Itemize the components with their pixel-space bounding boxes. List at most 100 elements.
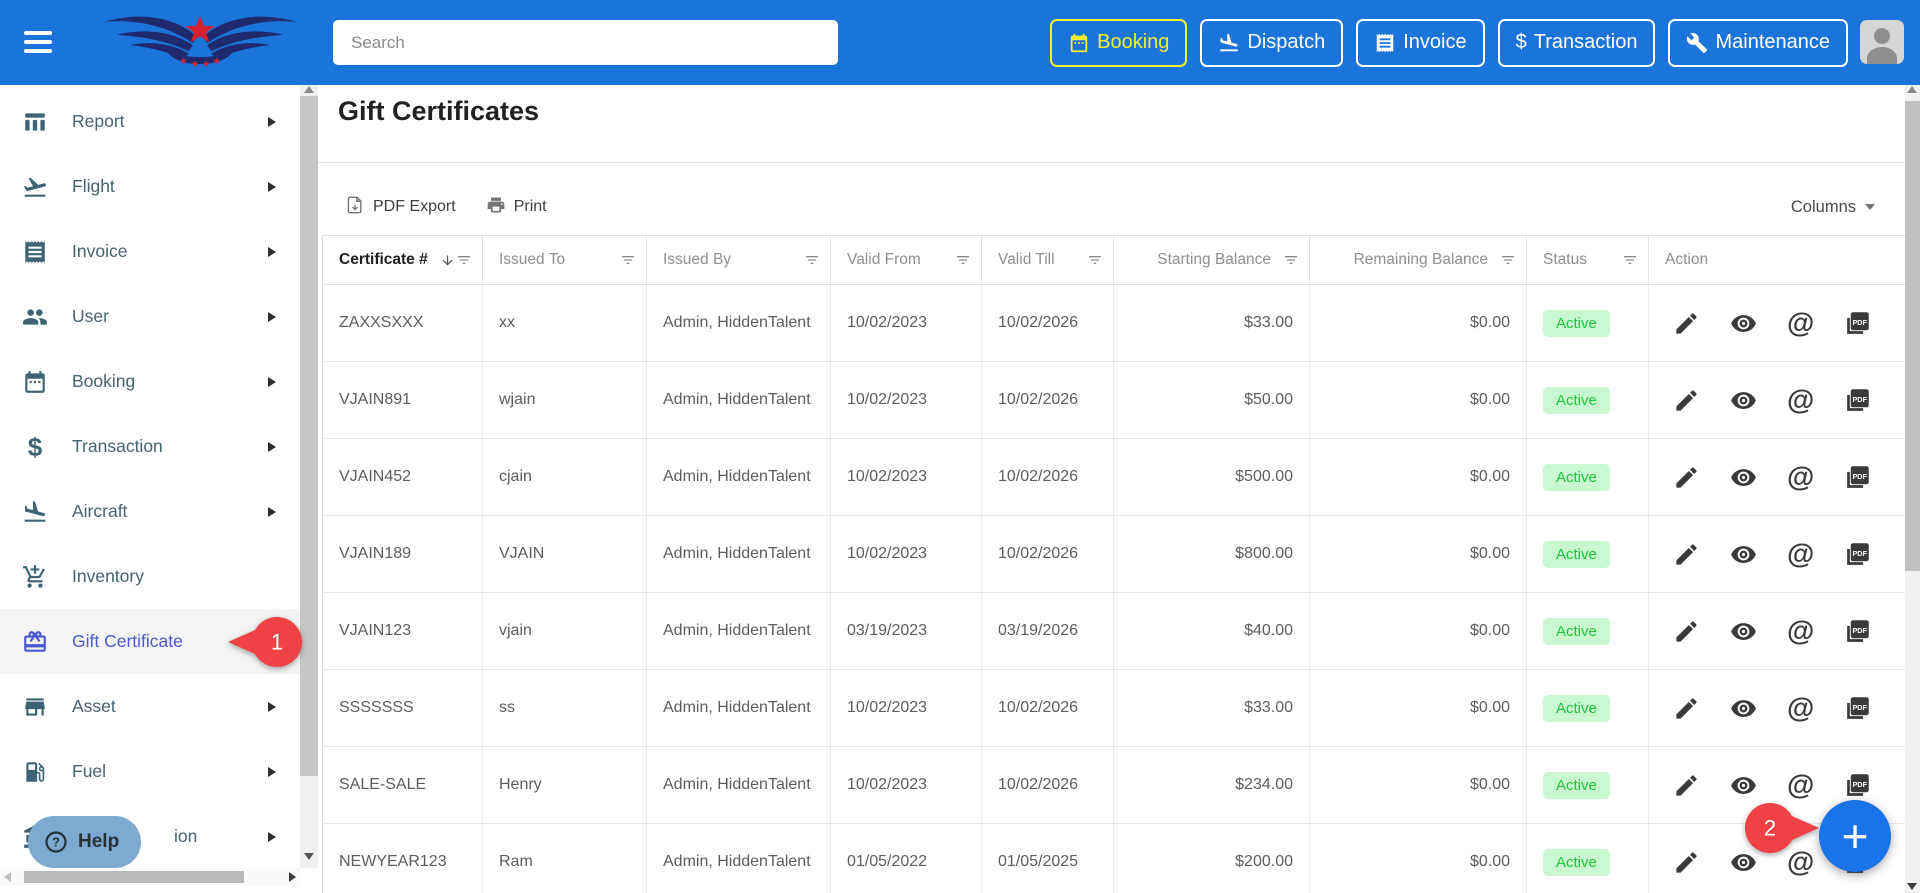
filter-icon[interactable]	[955, 252, 971, 268]
email-button[interactable]: @	[1787, 771, 1814, 799]
edit-button[interactable]	[1673, 310, 1700, 337]
scrollbar-thumb[interactable]	[1905, 101, 1920, 571]
edit-button[interactable]	[1673, 849, 1700, 876]
column-header-remaining-balance[interactable]: Remaining Balance	[1310, 236, 1527, 284]
cell-issued-to: VJAIN	[483, 516, 647, 592]
view-button[interactable]	[1730, 695, 1757, 722]
page-vertical-scrollbar[interactable]	[1905, 85, 1920, 893]
column-header-issued-to[interactable]: Issued To	[483, 236, 647, 284]
nav-maintenance-button[interactable]: Maintenance	[1668, 18, 1848, 67]
filter-icon[interactable]	[620, 252, 636, 268]
svg-text:1: 1	[271, 630, 283, 655]
column-header-valid-from[interactable]: Valid From	[831, 236, 982, 284]
pdf-button[interactable]: PDF	[1844, 772, 1871, 799]
cell-starting-balance: $234.00	[1114, 747, 1310, 823]
pdf-button[interactable]: PDF	[1844, 387, 1871, 414]
cell-issued-by: Admin, HiddenTalent	[647, 516, 831, 592]
cell-starting-balance: $500.00	[1114, 439, 1310, 515]
sidebar-horizontal-scrollbar[interactable]	[0, 868, 300, 886]
cell-status: Active	[1527, 439, 1649, 515]
scroll-up-icon[interactable]	[304, 86, 314, 93]
sidebar-item-invoice[interactable]: Invoice	[0, 219, 300, 284]
email-button[interactable]: @	[1787, 694, 1814, 722]
view-button[interactable]	[1730, 772, 1757, 799]
filter-icon[interactable]	[804, 252, 820, 268]
view-button[interactable]	[1730, 464, 1757, 491]
search-input[interactable]	[333, 20, 838, 65]
edit-button[interactable]	[1673, 464, 1700, 491]
add-gift-certificate-button[interactable]: +	[1819, 800, 1891, 872]
sidebar-item-asset[interactable]: Asset	[0, 674, 300, 739]
edit-button[interactable]	[1673, 387, 1700, 414]
column-header-starting-balance[interactable]: Starting Balance	[1114, 236, 1310, 284]
scroll-right-icon[interactable]	[289, 872, 296, 882]
pdf-button[interactable]: PDF	[1844, 618, 1871, 645]
filter-icon[interactable]	[1622, 252, 1638, 268]
cell-remaining-balance: $0.00	[1310, 362, 1527, 438]
view-button[interactable]	[1730, 541, 1757, 568]
column-header-valid-till[interactable]: Valid Till	[982, 236, 1114, 284]
filter-icon[interactable]	[456, 252, 472, 268]
cell-issued-to: Ram	[483, 824, 647, 893]
print-button[interactable]: Print	[486, 195, 547, 220]
view-button[interactable]	[1730, 618, 1757, 645]
table-toolbar: PDF Export Print Columns	[318, 183, 1905, 231]
edit-button[interactable]	[1673, 618, 1700, 645]
email-button[interactable]: @	[1787, 617, 1814, 645]
view-button[interactable]	[1730, 310, 1757, 337]
cell-remaining-balance: $0.00	[1310, 824, 1527, 893]
scrollbar-thumb[interactable]	[300, 96, 318, 776]
edit-button[interactable]	[1673, 695, 1700, 722]
sidebar-item-transaction[interactable]: $ Transaction	[0, 414, 300, 479]
sidebar-item-label: Asset	[72, 696, 116, 716]
scroll-down-icon[interactable]	[1907, 883, 1917, 890]
pdf-button[interactable]: PDF	[1844, 464, 1871, 491]
cell-valid-from: 10/02/2023	[831, 670, 982, 746]
sidebar-item-inventory[interactable]: Inventory	[0, 544, 300, 609]
help-button[interactable]: ? Help	[28, 816, 142, 868]
filter-icon[interactable]	[1283, 252, 1299, 268]
pdf-export-button[interactable]: PDF Export	[345, 195, 456, 220]
sidebar-item-user[interactable]: User	[0, 284, 300, 349]
pdf-button[interactable]: PDF	[1844, 541, 1871, 568]
sidebar-item-aircraft[interactable]: Aircraft	[0, 479, 300, 544]
column-header-issued-by[interactable]: Issued By	[647, 236, 831, 284]
scroll-down-icon[interactable]	[304, 853, 314, 860]
sidebar-item-flight[interactable]: Flight	[0, 154, 300, 219]
nav-transaction-button[interactable]: $ Transaction	[1497, 18, 1656, 67]
scrollbar-thumb[interactable]	[24, 871, 244, 883]
page-title: Gift Certificates	[338, 96, 540, 126]
user-avatar[interactable]	[1860, 20, 1904, 64]
filter-icon[interactable]	[1500, 252, 1516, 268]
sidebar-item-fuel[interactable]: Fuel	[0, 739, 300, 804]
calendar-icon	[22, 369, 48, 395]
sidebar-item-report[interactable]: Report	[0, 89, 300, 154]
column-header-action[interactable]: Action	[1649, 236, 1905, 284]
dollar-icon: $	[1515, 31, 1527, 53]
email-button[interactable]: @	[1787, 463, 1814, 491]
email-button[interactable]: @	[1787, 309, 1814, 337]
cell-valid-till: 03/19/2026	[982, 593, 1114, 669]
scroll-left-icon[interactable]	[4, 872, 11, 882]
edit-button[interactable]	[1673, 772, 1700, 799]
cell-actions: @ PDF	[1649, 285, 1905, 361]
nav-dispatch-button[interactable]: Dispatch	[1200, 18, 1344, 67]
nav-invoice-button[interactable]: Invoice	[1356, 18, 1485, 67]
view-button[interactable]	[1730, 387, 1757, 414]
edit-button[interactable]	[1673, 541, 1700, 568]
scroll-up-icon[interactable]	[1907, 86, 1917, 93]
filter-icon[interactable]	[1087, 252, 1103, 268]
columns-dropdown[interactable]: Columns	[1791, 198, 1875, 217]
column-label: Certificate #	[339, 251, 428, 268]
email-button[interactable]: @	[1787, 540, 1814, 568]
pdf-button[interactable]: PDF	[1844, 310, 1871, 337]
sort-descending-icon[interactable]	[440, 253, 455, 268]
hamburger-menu-icon[interactable]	[24, 31, 52, 53]
column-header-certificate[interactable]: Certificate #	[323, 236, 483, 284]
email-button[interactable]: @	[1787, 386, 1814, 414]
column-header-status[interactable]: Status	[1527, 236, 1649, 284]
nav-booking-button[interactable]: Booking	[1050, 18, 1188, 67]
sidebar-item-booking[interactable]: Booking	[0, 349, 300, 414]
pdf-button[interactable]: PDF	[1844, 695, 1871, 722]
sidebar-vertical-scrollbar[interactable]	[300, 85, 318, 868]
